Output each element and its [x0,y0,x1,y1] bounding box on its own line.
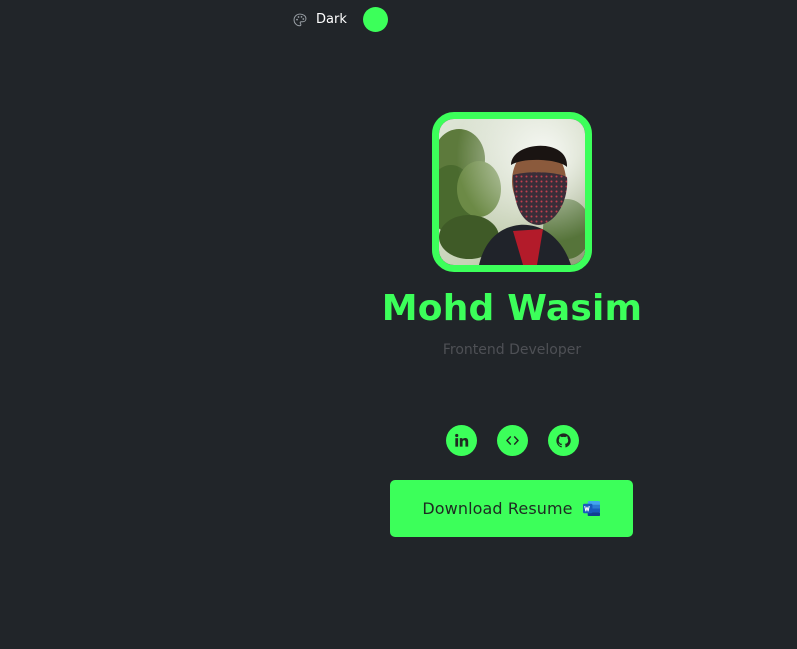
theme-switch[interactable] [363,7,388,32]
theme-toggle[interactable]: Dark [293,7,388,32]
code-button[interactable] [497,425,528,456]
avatar [432,112,592,272]
palette-icon [293,12,307,27]
download-resume-button[interactable]: Download Resume [390,480,633,537]
download-resume-label: Download Resume [422,499,573,518]
linkedin-button[interactable] [446,425,477,456]
theme-label: Dark [316,12,347,27]
linkedin-icon [455,433,469,447]
social-links [446,425,579,456]
profile-role: Frontend Developer [442,342,582,358]
profile-name: Mohd Wasim [381,288,643,329]
code-icon [506,436,519,445]
word-document-icon [582,500,600,517]
github-icon [556,433,571,448]
profile-photo [439,119,585,265]
github-button[interactable] [548,425,579,456]
